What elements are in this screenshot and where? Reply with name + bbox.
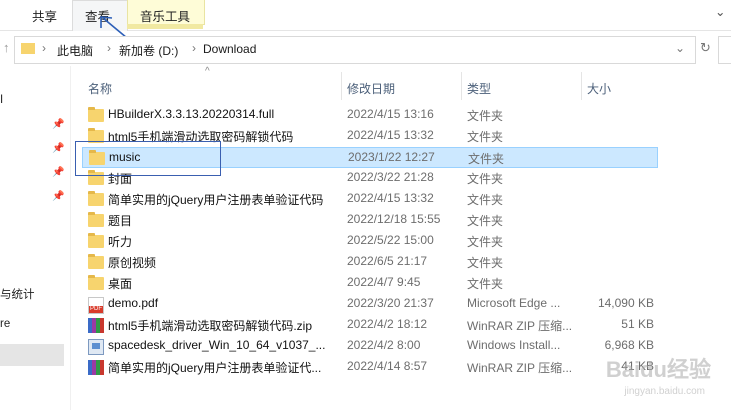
chevron-down-icon[interactable]: ⌄ bbox=[715, 4, 725, 19]
breadcrumb-download[interactable]: Download bbox=[203, 42, 256, 56]
watermark-url: jingyan.baidu.com bbox=[624, 386, 705, 397]
column-header-size[interactable]: 大小 bbox=[587, 80, 611, 97]
pin-icon[interactable]: 📌 bbox=[52, 119, 64, 130]
file-date: 2022/4/7 9:45 bbox=[347, 275, 421, 289]
file-type: 文件夹 bbox=[467, 109, 504, 123]
chevron-right-icon: › bbox=[192, 41, 196, 55]
column-header-type[interactable]: 类型 bbox=[467, 80, 491, 97]
file-date: 2022/4/2 8:00 bbox=[347, 338, 421, 352]
file-row[interactable]: spacedesk_driver_Win_10_64_v1037_... 2022… bbox=[82, 336, 658, 357]
folder-icon bbox=[88, 191, 104, 206]
file-row[interactable]: 简单实用的jQuery用户注册表单验证代码 2022/4/15 13:32 文件夹 bbox=[82, 189, 658, 210]
breadcrumb-drive-d[interactable]: 新加卷 (D:) bbox=[119, 42, 178, 59]
file-date: 2022/6/5 21:17 bbox=[347, 254, 428, 268]
sidebar-item[interactable]: 与统计 bbox=[0, 286, 35, 302]
file-size: 14,090 KB bbox=[597, 296, 654, 310]
sidebar-item[interactable]: I bbox=[0, 94, 3, 106]
column-divider[interactable] bbox=[461, 72, 462, 100]
file-date: 2022/3/22 21:28 bbox=[347, 170, 434, 184]
file-name: 原创视频 bbox=[108, 256, 157, 270]
file-type: WinRAR ZIP 压缩... bbox=[467, 319, 573, 333]
breadcrumb-this-pc[interactable]: 此电脑 bbox=[57, 42, 93, 59]
file-date: 2022/4/14 8:57 bbox=[347, 359, 428, 373]
file-type: 文件夹 bbox=[467, 256, 504, 270]
file-name: 听力 bbox=[108, 235, 133, 249]
column-header-date[interactable]: 修改日期 bbox=[347, 80, 395, 97]
folder-icon bbox=[88, 212, 104, 227]
file-row[interactable]: HBuilderX.3.3.13.20220314.full 2022/4/15 … bbox=[82, 105, 658, 126]
file-type: Windows Install... bbox=[467, 338, 561, 352]
file-name: spacedesk_driver_Win_10_64_v1037_... bbox=[108, 338, 326, 352]
folder-icon bbox=[88, 233, 104, 248]
file-date: 2022/5/22 15:00 bbox=[347, 233, 434, 247]
column-header-name[interactable]: 名称 bbox=[88, 80, 112, 97]
file-size: 6,968 KB bbox=[604, 338, 654, 352]
column-divider[interactable] bbox=[341, 72, 342, 100]
file-date: 2022/4/15 13:16 bbox=[347, 107, 434, 121]
file-name: 简单实用的jQuery用户注册表单验证代... bbox=[108, 361, 322, 375]
folder-icon bbox=[21, 43, 35, 54]
pdf-label: PDF bbox=[89, 306, 103, 313]
pin-icon[interactable]: 📌 bbox=[52, 167, 64, 178]
zip-icon bbox=[88, 360, 104, 375]
file-name: 桌面 bbox=[108, 277, 133, 291]
file-row[interactable]: PDF demo.pdf 2022/3/20 21:37 Microsoft Edge… bbox=[82, 294, 658, 315]
file-date: 2022/4/15 13:32 bbox=[347, 191, 434, 205]
pin-icon[interactable]: 📌 bbox=[52, 143, 64, 154]
pin-icon[interactable]: 📌 bbox=[52, 191, 64, 202]
file-type: 文件夹 bbox=[467, 172, 504, 186]
file-row[interactable]: 简单实用的jQuery用户注册表单验证代... 2022/4/14 8:57 Win… bbox=[82, 357, 658, 378]
chevron-down-icon[interactable]: ⌄ bbox=[675, 41, 685, 55]
refresh-icon[interactable]: ↻ bbox=[700, 40, 711, 56]
pdf-icon: PDF bbox=[88, 297, 104, 314]
file-name: demo.pdf bbox=[108, 296, 159, 310]
sidebar-item-selected[interactable] bbox=[0, 344, 64, 366]
file-date: 2022/3/20 21:37 bbox=[347, 296, 434, 310]
sidebar-item[interactable]: re bbox=[0, 318, 10, 330]
annotation-highlight-box bbox=[75, 141, 221, 176]
watermark: Baidu经验 bbox=[605, 357, 711, 382]
folder-icon bbox=[88, 107, 104, 122]
file-date: 2023/1/22 12:27 bbox=[348, 150, 435, 164]
file-row[interactable]: html5手机端滑动选取密码解锁代码.zip 2022/4/2 18:12 WinR… bbox=[82, 315, 658, 336]
file-type: 文件夹 bbox=[467, 277, 504, 291]
tab-share[interactable]: 共享 bbox=[32, 6, 57, 25]
file-name: 简单实用的jQuery用户注册表单验证代码 bbox=[108, 193, 324, 207]
chevron-right-icon: › bbox=[42, 41, 46, 55]
address-bar[interactable]: › 此电脑 › 新加卷 (D:) › Download ⌄ bbox=[14, 36, 696, 64]
up-arrow-icon[interactable]: ↑ bbox=[3, 40, 10, 55]
file-size: 51 KB bbox=[621, 317, 654, 331]
file-type: 文件夹 bbox=[467, 130, 504, 144]
file-date: 2022/12/18 15:55 bbox=[347, 212, 441, 226]
file-type: 文件夹 bbox=[468, 152, 505, 166]
file-date: 2022/4/15 13:32 bbox=[347, 128, 434, 142]
file-type: 文件夹 bbox=[467, 193, 504, 207]
chevron-right-icon: › bbox=[107, 41, 111, 55]
zip-icon bbox=[88, 318, 104, 333]
file-type: 文件夹 bbox=[467, 214, 504, 228]
file-name: HBuilderX.3.3.13.20220314.full bbox=[108, 107, 275, 121]
file-row[interactable]: 桌面 2022/4/7 9:45 文件夹 bbox=[82, 273, 658, 294]
search-box[interactable] bbox=[718, 36, 731, 64]
file-row[interactable]: 题目 2022/12/18 15:55 文件夹 bbox=[82, 210, 658, 231]
folder-icon bbox=[88, 254, 104, 269]
column-divider[interactable] bbox=[581, 72, 582, 100]
file-row[interactable]: 听力 2022/5/22 15:00 文件夹 bbox=[82, 231, 658, 252]
installer-icon bbox=[88, 339, 104, 355]
file-row[interactable]: 原创视频 2022/6/5 21:17 文件夹 bbox=[82, 252, 658, 273]
file-name: html5手机端滑动选取密码解锁代码.zip bbox=[108, 319, 313, 333]
file-type: 文件夹 bbox=[467, 235, 504, 249]
sort-ascending-icon: ^ bbox=[205, 66, 210, 77]
file-date: 2022/4/2 18:12 bbox=[347, 317, 428, 331]
file-name: 题目 bbox=[108, 214, 133, 228]
folder-icon bbox=[88, 275, 104, 290]
file-type: Microsoft Edge ... bbox=[467, 296, 561, 310]
file-type: WinRAR ZIP 压缩... bbox=[467, 361, 573, 375]
